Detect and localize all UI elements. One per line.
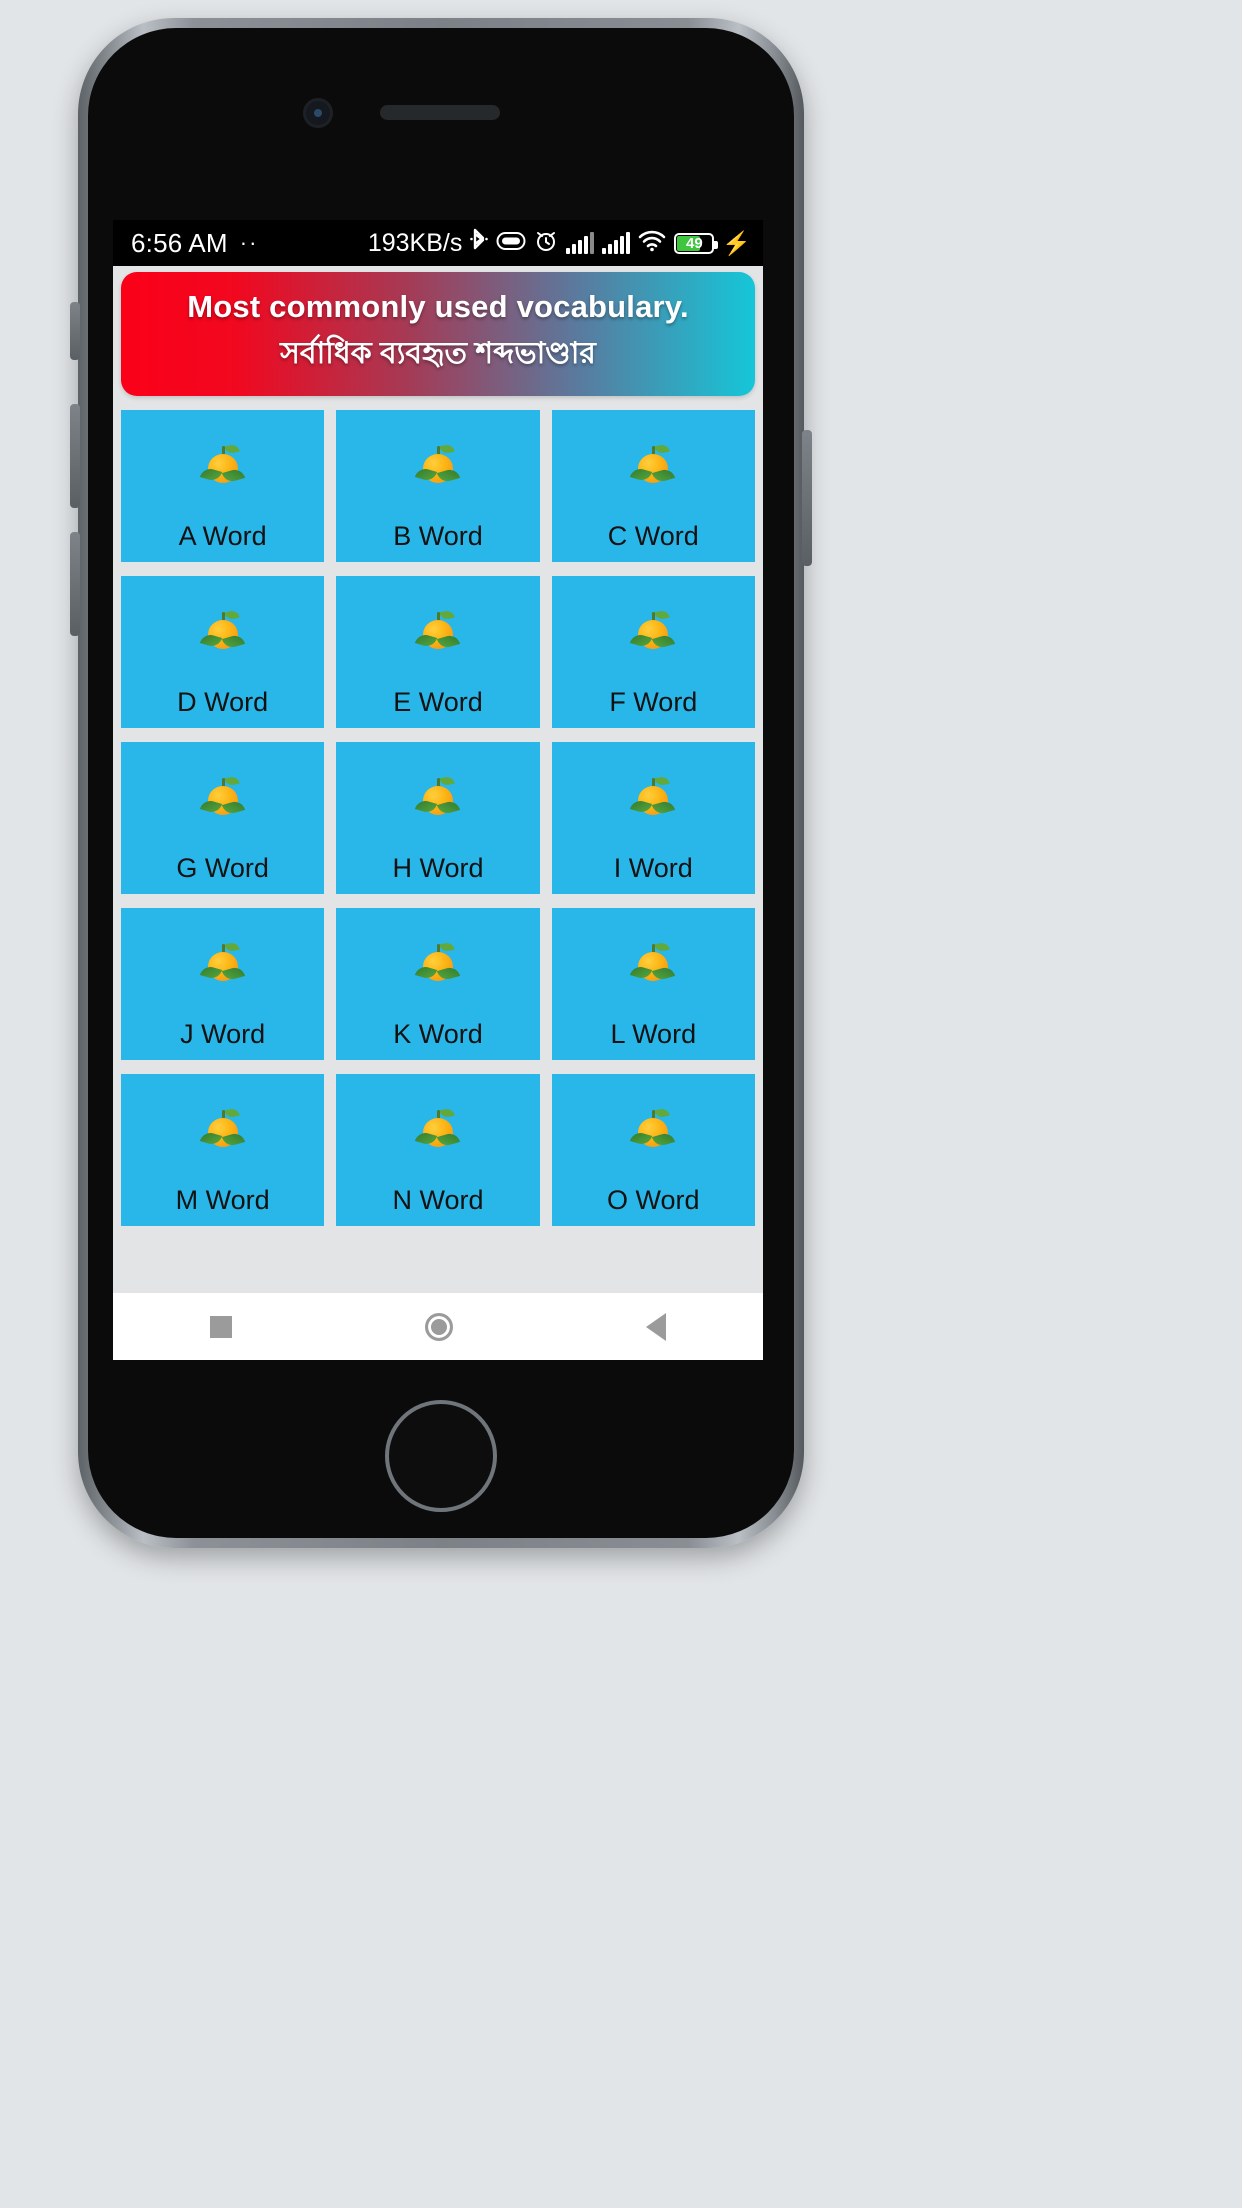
orange-fruit-icon xyxy=(552,908,755,1019)
word-card-label: B Word xyxy=(393,521,483,551)
phone-screen: 6:56 AM ·· 193KB/s 49 ⚡ Most commonly us… xyxy=(113,220,763,1360)
battery-level-label: 49 xyxy=(686,234,703,252)
word-card[interactable]: A Word xyxy=(121,410,325,562)
orange-fruit-icon xyxy=(121,742,324,853)
word-card[interactable]: H Word xyxy=(336,742,540,894)
status-bar-clock: 6:56 AM xyxy=(131,227,228,258)
power-button[interactable] xyxy=(802,430,812,566)
word-card-label: N Word xyxy=(392,1185,484,1215)
orange-fruit-icon xyxy=(552,410,755,521)
word-card-label: H Word xyxy=(392,853,484,883)
word-card[interactable]: L Word xyxy=(551,908,755,1060)
word-card-label: O Word xyxy=(607,1185,700,1215)
notification-dots-icon: ·· xyxy=(239,230,259,256)
orange-fruit-icon xyxy=(121,1074,324,1185)
word-card[interactable]: I Word xyxy=(551,742,755,894)
charging-bolt-icon: ⚡ xyxy=(722,229,751,256)
word-card-label: A Word xyxy=(178,521,267,551)
word-card[interactable]: M Word xyxy=(121,1074,325,1226)
orange-fruit-icon xyxy=(121,410,324,521)
wifi-icon xyxy=(638,230,666,257)
orange-fruit-icon xyxy=(552,742,755,853)
word-card[interactable]: E Word xyxy=(336,576,540,728)
android-navigation-bar xyxy=(113,1293,763,1360)
signal-sim1-icon xyxy=(566,232,595,254)
home-button[interactable] xyxy=(385,1400,497,1512)
orange-fruit-icon xyxy=(336,742,539,853)
word-card[interactable]: K Word xyxy=(336,908,540,1060)
banner-title-en: Most commonly used vocabulary. xyxy=(187,288,689,324)
header-banner: Most commonly used vocabulary. সর্বাধিক … xyxy=(121,272,755,396)
word-card-label: D Word xyxy=(177,687,269,717)
word-card-label: M Word xyxy=(175,1185,270,1215)
banner-title-bn: সর্বাধিক ব্যবহৃত শব্দভাণ্ডার xyxy=(280,336,596,370)
orange-fruit-icon xyxy=(336,576,539,687)
orange-fruit-icon xyxy=(336,410,539,521)
orange-fruit-icon xyxy=(552,576,755,687)
word-card[interactable]: J Word xyxy=(121,908,325,1060)
home-circle-icon[interactable] xyxy=(424,1312,453,1341)
word-card[interactable]: O Word xyxy=(551,1074,755,1226)
volume-up-button[interactable] xyxy=(70,404,80,508)
orange-fruit-icon xyxy=(336,908,539,1019)
orange-fruit-icon xyxy=(552,1074,755,1185)
word-card-label: I Word xyxy=(613,853,693,883)
back-triangle-icon[interactable] xyxy=(646,1312,667,1341)
word-card-label: E Word xyxy=(393,687,483,717)
word-card-label: K Word xyxy=(393,1019,483,1049)
word-card-label: C Word xyxy=(607,521,699,551)
orange-fruit-icon xyxy=(121,576,324,687)
screenshot-stage: 6:56 AM ·· 193KB/s 49 ⚡ Most commonly us… xyxy=(0,0,1242,2208)
word-card-label: L Word xyxy=(610,1019,697,1049)
signal-sim2-icon xyxy=(602,232,631,254)
word-category-grid: A Word B Word C Word D Word E Word F Word G Wo… xyxy=(113,410,763,1226)
word-card[interactable]: D Word xyxy=(121,576,325,728)
orange-fruit-icon xyxy=(336,1074,539,1185)
silent-switch[interactable] xyxy=(70,302,80,360)
network-speed-label: 193KB/s xyxy=(367,228,463,257)
front-camera xyxy=(303,98,333,128)
word-card[interactable]: N Word xyxy=(336,1074,540,1226)
word-card[interactable]: C Word xyxy=(551,410,755,562)
battery-icon: 49 xyxy=(674,232,719,254)
volume-down-button[interactable] xyxy=(70,532,80,636)
alarm-icon xyxy=(534,229,558,258)
do-not-disturb-icon xyxy=(496,230,526,257)
word-card-label: F Word xyxy=(609,687,698,717)
word-card[interactable]: F Word xyxy=(551,576,755,728)
word-card-label: J Word xyxy=(180,1019,266,1049)
word-card[interactable]: B Word xyxy=(336,410,540,562)
status-bar: 6:56 AM ·· 193KB/s 49 ⚡ xyxy=(113,220,763,266)
bluetooth-icon xyxy=(470,228,489,259)
orange-fruit-icon xyxy=(121,908,324,1019)
word-card[interactable]: G Word xyxy=(121,742,325,894)
word-card-label: G Word xyxy=(176,853,269,883)
recents-square-icon[interactable] xyxy=(209,1315,232,1338)
earpiece-speaker xyxy=(380,105,500,120)
app-content: Most commonly used vocabulary. সর্বাধিক … xyxy=(113,266,763,1293)
